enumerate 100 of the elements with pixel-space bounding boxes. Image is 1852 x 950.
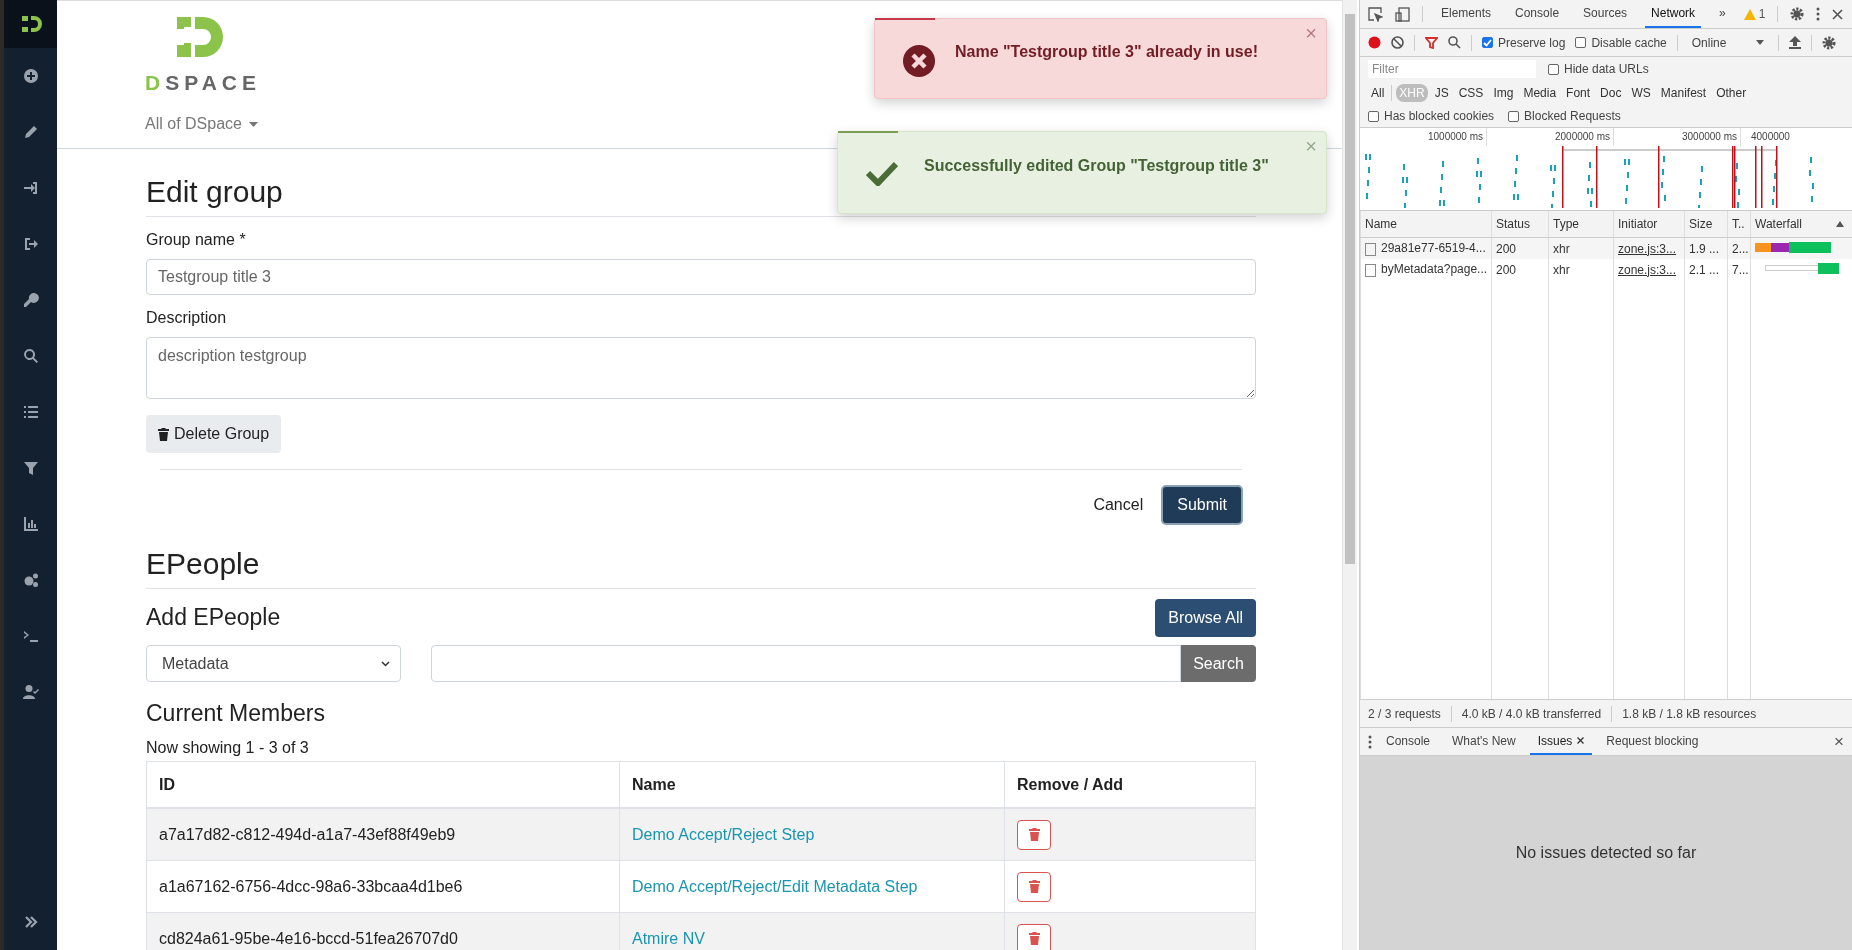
devtools-tab[interactable]: Console [1509, 0, 1566, 28]
throttling-dropdown[interactable]: Online [1687, 35, 1769, 50]
close-drawer-button[interactable]: × [1834, 731, 1844, 752]
filter-icon[interactable] [22, 460, 39, 476]
error-icon [903, 45, 935, 77]
checkmark-icon [866, 160, 898, 186]
type-filter[interactable]: Other [1713, 84, 1750, 102]
table-cell: 7... [1727, 259, 1751, 280]
list-icon[interactable] [22, 404, 39, 420]
blocked-requests-checkbox[interactable]: Blocked Requests [1508, 109, 1621, 123]
type-filter[interactable]: Img [1490, 84, 1517, 102]
search-button[interactable]: Search [1181, 645, 1256, 682]
caret-icon [1756, 40, 1765, 45]
more-tabs-button[interactable]: » [1713, 0, 1732, 28]
settings-icon[interactable] [1822, 35, 1837, 50]
logo-icon[interactable] [19, 13, 42, 35]
drawer-tab[interactable]: Request blocking [1598, 728, 1707, 755]
disable-cache-checkbox[interactable]: Disable cache [1575, 35, 1667, 50]
type-filter[interactable]: WS [1628, 84, 1654, 102]
user-check-icon[interactable] [22, 684, 39, 700]
trash-icon [158, 427, 169, 441]
remove-button[interactable] [1017, 923, 1051, 950]
search-icon[interactable] [1448, 36, 1461, 49]
field-label: Description [146, 309, 228, 327]
logo-wordmark: DSPACE [145, 71, 261, 95]
request-name[interactable]: 29a81e77-6519-4... [1360, 237, 1492, 259]
cancel-button[interactable]: Cancel [1085, 485, 1152, 525]
table-cell: a7a17d82-c812-494d-a1a7-43ef88f49eb9 [146, 808, 620, 861]
table-cell: 2.1 ... [1684, 259, 1728, 280]
close-icon[interactable] [1832, 8, 1844, 20]
search-scope-select[interactable]: Metadata [146, 645, 401, 682]
scrollbar[interactable] [1342, 0, 1357, 950]
table-cell: 2... [1727, 237, 1751, 259]
filter-icon[interactable] [1425, 36, 1438, 49]
submit-button[interactable]: Submit [1161, 485, 1243, 525]
hide-data-urls-checkbox[interactable]: Hide data URLs [1548, 62, 1649, 76]
devtools-tab[interactable]: Sources [1577, 0, 1634, 28]
type-filter[interactable]: Manifest [1657, 84, 1710, 102]
devtools-tab[interactable]: Elements [1435, 0, 1498, 28]
type-filter[interactable]: Media [1520, 84, 1560, 102]
sign-in-icon[interactable] [22, 180, 39, 196]
key-icon[interactable] [22, 292, 39, 308]
remove-button[interactable] [1017, 871, 1051, 902]
pencil-icon[interactable] [22, 124, 39, 140]
more-options-icon[interactable] [1368, 734, 1372, 749]
device-icon[interactable] [1395, 6, 1410, 22]
scope-dropdown[interactable]: All of DSpace [145, 115, 258, 133]
search-field[interactable] [431, 645, 1181, 682]
column-header[interactable]: Type [1548, 211, 1614, 238]
inspect-icon[interactable] [1368, 6, 1383, 22]
group-name-field[interactable]: Testgroup title 3 [146, 259, 1256, 295]
blocked-cookies-checkbox[interactable]: Has blocked cookies [1368, 109, 1495, 123]
chevron-down-icon [381, 660, 390, 667]
filter-field[interactable]: Filter [1368, 60, 1536, 78]
column-header[interactable]: Name [1360, 211, 1492, 238]
caret-icon [248, 121, 258, 127]
column-header[interactable]: Status [1491, 211, 1549, 238]
table-cell: xhr [1548, 237, 1614, 259]
column-header[interactable]: T.. [1727, 211, 1751, 238]
terminal-icon[interactable] [22, 628, 39, 644]
remove-button[interactable] [1017, 819, 1051, 850]
request-name[interactable]: byMetadata?page... [1360, 259, 1492, 280]
preserve-log-checkbox[interactable]: Preserve log [1482, 35, 1566, 50]
column-header[interactable]: Size [1684, 211, 1728, 238]
column-header[interactable]: Initiator [1613, 211, 1685, 238]
empty-issues-message: No issues detected so far [1515, 844, 1697, 862]
more-options-icon[interactable] [1816, 7, 1821, 21]
plus-circle-icon[interactable] [22, 68, 39, 84]
upload-icon[interactable] [1789, 36, 1802, 49]
description-field[interactable]: description testgroup [146, 337, 1256, 399]
timeline-tick-label: 2000000 ms [1554, 131, 1610, 142]
warning-icon [1743, 8, 1756, 20]
initiator-link[interactable]: zone.js:3... [1618, 262, 1677, 277]
expand-chevrons-icon[interactable] [23, 915, 38, 929]
timeline-tick-label: 4000000 [1751, 131, 1790, 142]
summary-text: 4.0 kB / 4.0 kB transferred [1461, 706, 1602, 721]
record-icon[interactable] [1368, 36, 1381, 49]
type-filter[interactable]: Doc [1597, 84, 1625, 102]
section-title: EPeople [146, 547, 1256, 589]
drawer-tab[interactable]: What's New [1444, 728, 1524, 755]
sign-out-icon[interactable] [22, 236, 39, 252]
type-filter[interactable]: All [1368, 84, 1388, 102]
column-header[interactable]: Waterfall [1750, 211, 1852, 238]
timeline-tick-label: 1000000 ms [1427, 131, 1483, 142]
toast-message: Name "Testgroup title 3" already in use! [955, 43, 1258, 61]
warning-counter[interactable]: 1 [1743, 7, 1766, 21]
bar-chart-icon[interactable] [22, 516, 39, 532]
type-filter[interactable]: CSS [1455, 84, 1487, 102]
browse-all-button[interactable]: Browse All [1155, 599, 1256, 637]
settings-icon[interactable] [1790, 7, 1805, 21]
type-filter[interactable]: JS [1431, 84, 1452, 102]
table-cell: 200 [1491, 259, 1549, 280]
field-label: Group name * [146, 231, 247, 249]
delete-group-button[interactable]: Delete Group [146, 415, 282, 453]
pagination-info: Now showing 1 - 3 of 3 [146, 739, 310, 757]
drawer-tab[interactable]: Console [1378, 728, 1439, 755]
search-icon[interactable] [22, 348, 39, 364]
clear-icon[interactable] [1391, 36, 1404, 49]
warning-count: 1 [1758, 7, 1766, 21]
type-filter[interactable]: Font [1563, 84, 1594, 102]
